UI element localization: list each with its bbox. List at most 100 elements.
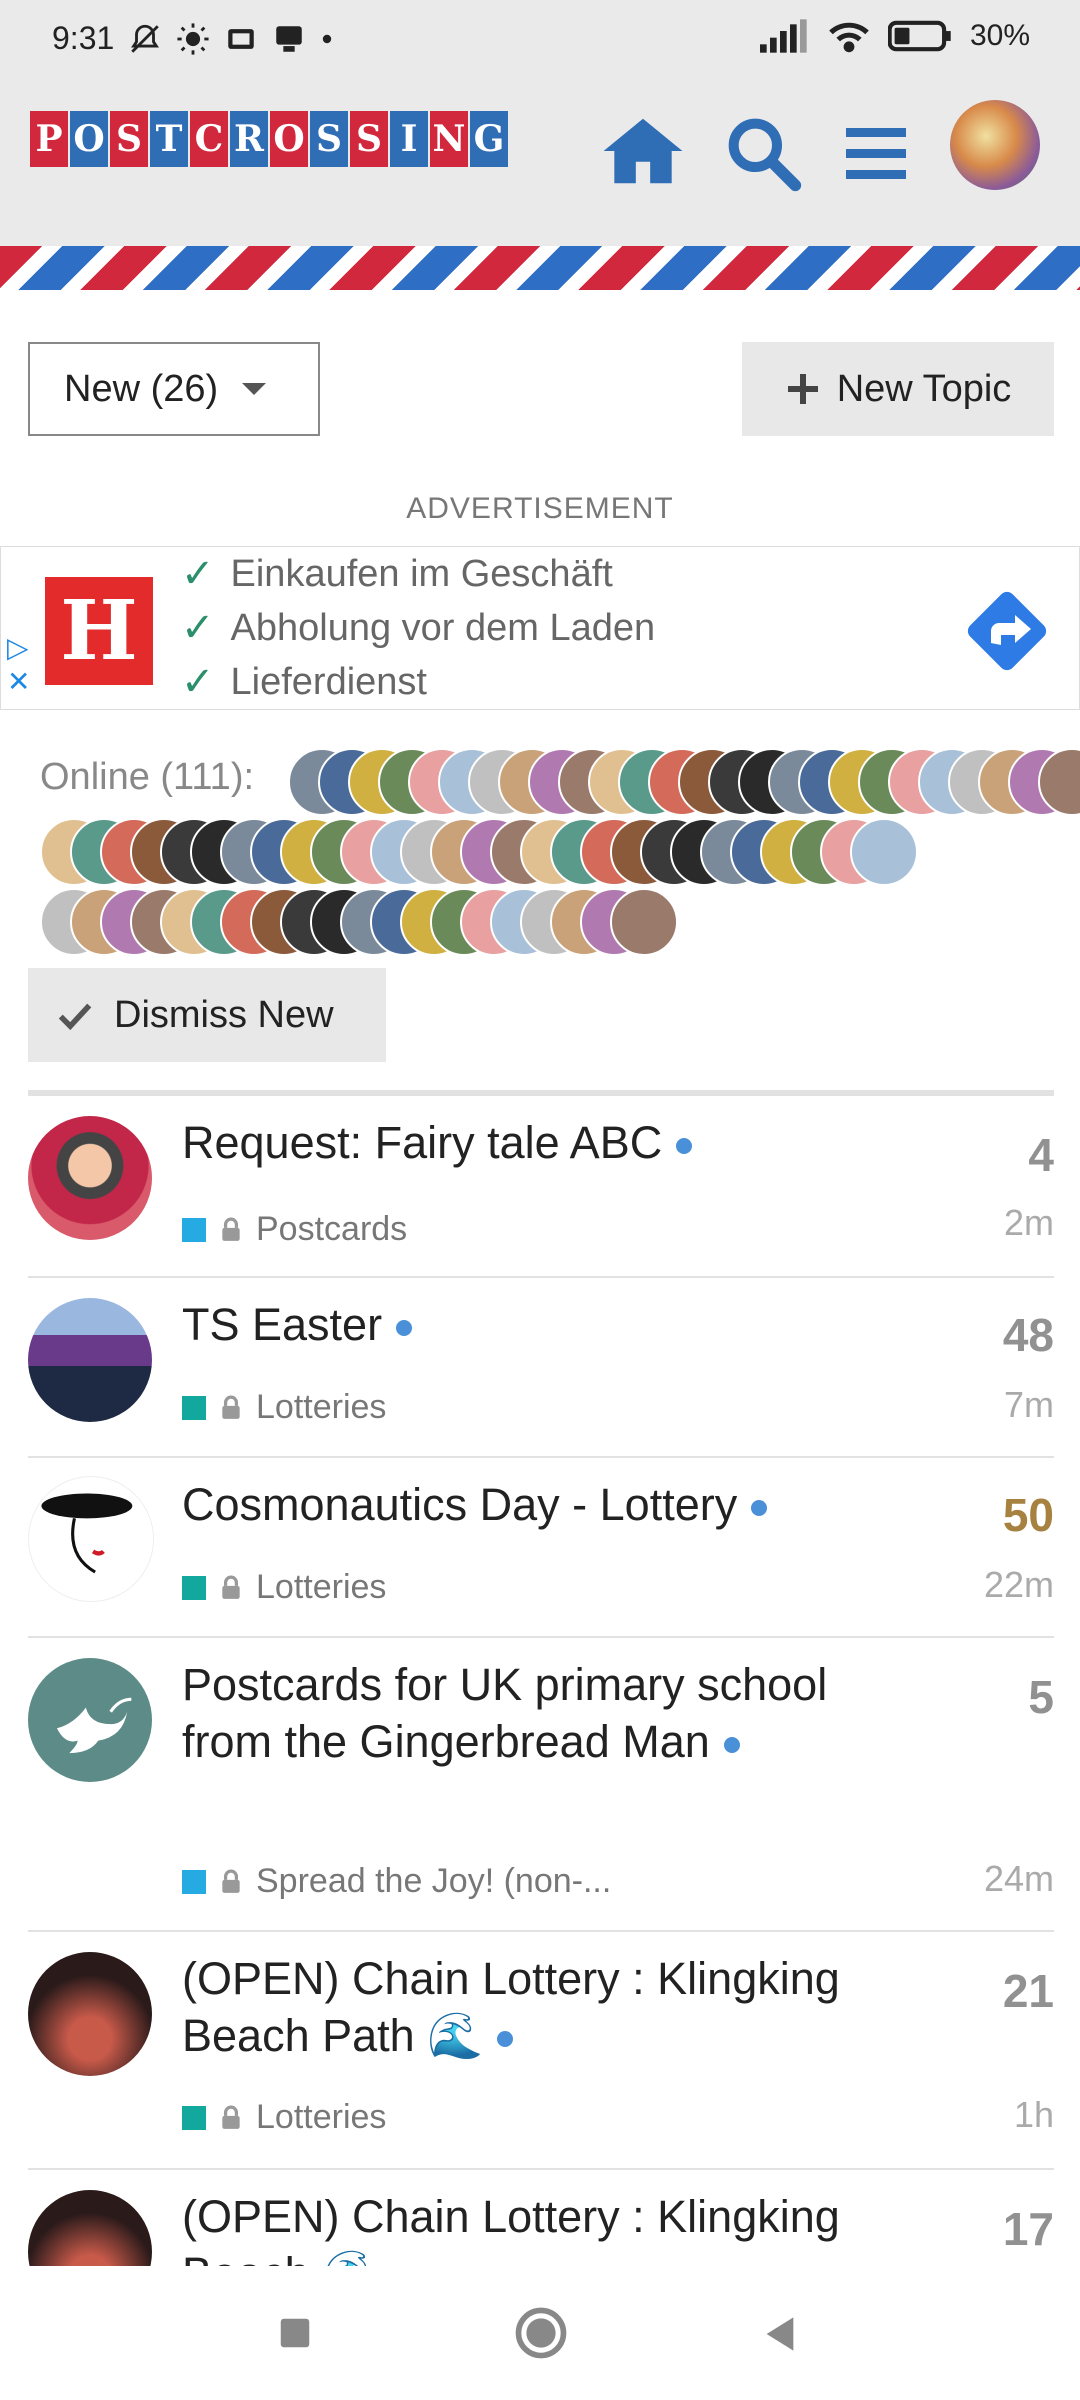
logo-letter: S (110, 111, 148, 167)
topic-category[interactable]: Lotteries (182, 1568, 386, 1607)
lock-icon (222, 1869, 240, 1893)
postcrossing-logo[interactable]: POSTCROSSING (30, 111, 508, 167)
status-system-icons: 30% (759, 18, 1030, 54)
dismiss-label: Dismiss New (114, 993, 334, 1036)
category-badge (182, 1395, 206, 1420)
lock-icon (222, 1217, 240, 1241)
activity-age[interactable]: 7m (1004, 1384, 1054, 1426)
battery-icon (887, 20, 951, 52)
dot-icon (322, 34, 332, 44)
topic-category[interactable]: Postcards (182, 1210, 407, 1249)
activity-age[interactable]: 22m (984, 1564, 1054, 1606)
brightness-icon (177, 23, 209, 55)
logo-letter: S (310, 111, 348, 167)
online-user-avatar[interactable] (610, 888, 678, 956)
hamburger-menu-icon[interactable] (840, 114, 912, 190)
reply-count[interactable]: 17 (1003, 2202, 1054, 2256)
book-icon (228, 29, 254, 49)
monitor-icon (276, 26, 302, 52)
lock-icon (222, 1395, 240, 1419)
topic-avatar[interactable] (28, 1476, 154, 1602)
reply-count[interactable]: 5 (1028, 1670, 1054, 1724)
topic-title[interactable]: TS Easter (182, 1296, 882, 1353)
search-icon[interactable] (722, 112, 802, 192)
activity-age[interactable]: 1h (1014, 2094, 1054, 2136)
unread-dot (676, 1138, 693, 1155)
online-user-avatar[interactable] (850, 818, 918, 886)
activity-age[interactable]: 2m (1004, 1202, 1054, 1244)
online-label: Online (111): (40, 756, 255, 798)
unread-dot (723, 1737, 740, 1754)
topic-title[interactable]: (OPEN) Chain Lottery : Klingking Beach 🌊 (182, 2188, 882, 2266)
topic-category[interactable]: Lotteries (182, 1388, 386, 1427)
topic-category[interactable]: Lotteries (182, 2098, 386, 2137)
new-topic-label: New Topic (836, 367, 1012, 410)
topic-title[interactable]: Request: Fairy tale ABC (182, 1114, 882, 1171)
home-icon[interactable] (600, 108, 686, 194)
logo-letter: O (70, 111, 108, 167)
checkmark-icon: ✓ (181, 660, 215, 704)
signal-icon (759, 19, 807, 53)
adchoices-icon[interactable]: ▷ ✕ (7, 631, 30, 699)
filter-label: New (26) (64, 367, 219, 410)
new-filter-dropdown[interactable]: New (26) (28, 342, 320, 436)
logo-letter: G (470, 111, 508, 167)
plus-icon (787, 374, 818, 404)
logo-letter: C (190, 111, 228, 167)
topic-row[interactable]: (OPEN) Chain Lottery : Klingking Beach 🌊… (28, 2170, 1054, 2266)
topic-avatar[interactable] (28, 1298, 152, 1422)
status-bar: 9:31 30% (0, 0, 1080, 86)
category-badge (182, 1217, 206, 1242)
topic-row[interactable]: TS Easter Lotteries 48 7m (28, 1278, 1054, 1458)
bell-muted-icon (131, 24, 159, 53)
topic-row[interactable]: (OPEN) Chain Lottery : Klingking Beach P… (28, 1932, 1054, 2170)
home-button-icon[interactable] (514, 2306, 568, 2360)
dove-icon (56, 1697, 132, 1754)
reply-count[interactable]: 48 (1003, 1308, 1054, 1362)
new-topic-button[interactable]: New Topic (742, 342, 1054, 436)
reply-count[interactable]: 4 (1028, 1128, 1054, 1182)
reply-count[interactable]: 50 (1003, 1488, 1054, 1542)
ad-feature: ✓ Einkaufen im Geschäft (181, 552, 613, 596)
topic-avatar[interactable] (28, 1116, 152, 1240)
topic-row[interactable]: Request: Fairy tale ABC Postcards 4 2m (28, 1096, 1054, 1278)
topic-title[interactable]: (OPEN) Chain Lottery : Klingking Beach P… (182, 1950, 882, 2064)
site-header: POSTCROSSING (0, 86, 1080, 246)
activity-age[interactable]: 24m (984, 1858, 1054, 1900)
airmail-stripe-divider (0, 246, 1080, 290)
wifi-icon (829, 22, 869, 53)
directions-arrow-icon[interactable] (959, 583, 1055, 679)
category-badge (182, 2105, 206, 2130)
caret-down-icon (242, 383, 267, 395)
user-avatar[interactable] (950, 100, 1040, 190)
topic-avatar[interactable] (28, 1952, 152, 2076)
reply-count[interactable]: 21 (1003, 1964, 1054, 2018)
topic-avatar[interactable] (28, 1658, 152, 1782)
unread-dot (497, 2031, 514, 2048)
logo-letter: N (430, 111, 468, 167)
advertisement-label: ADVERTISEMENT (406, 492, 674, 525)
recent-apps-icon[interactable] (276, 2314, 314, 2352)
topic-category[interactable]: Spread the Joy! (non-... (182, 1862, 611, 1901)
logo-letter: O (270, 111, 308, 167)
android-navigation-bar (0, 2266, 1080, 2400)
logo-letter: S (350, 111, 388, 167)
status-notification-icons (128, 22, 334, 56)
lock-icon (222, 2105, 240, 2129)
advertisement-banner[interactable]: ▷ ✕ H ✓ Einkaufen im Geschäft ✓ Abholung vo… (0, 546, 1080, 710)
unread-dot (751, 1500, 768, 1517)
ad-features: ✓ Einkaufen im Geschäft ✓ Abholung vor dem… (181, 547, 655, 709)
topic-title[interactable]: Cosmonautics Day - Lottery (182, 1476, 882, 1533)
woman-hat-illustration (41, 1493, 133, 1574)
logo-letter: I (390, 111, 428, 167)
back-icon[interactable] (760, 2314, 800, 2354)
topic-avatar[interactable] (28, 2190, 152, 2266)
status-time: 9:31 (52, 20, 115, 56)
logo-letter: T (150, 111, 188, 167)
dismiss-new-button[interactable]: Dismiss New (28, 968, 386, 1062)
topic-row[interactable]: Postcards for UK primary school from the… (28, 1638, 1054, 1932)
ad-logo: H (45, 577, 153, 685)
topic-title[interactable]: Postcards for UK primary school from the… (182, 1656, 882, 1770)
topic-row[interactable]: Cosmonautics Day - Lottery Lotteries 50 … (28, 1458, 1054, 1638)
ad-feature: ✓ Abholung vor dem Laden (181, 606, 656, 650)
